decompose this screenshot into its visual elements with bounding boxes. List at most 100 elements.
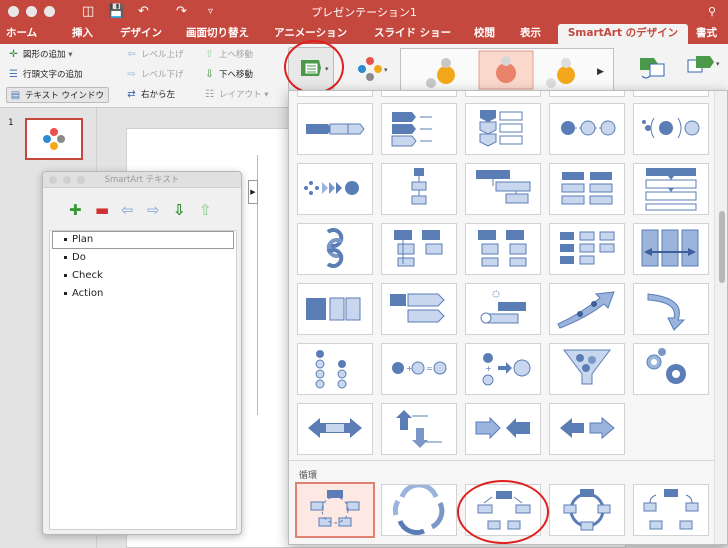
tab-transitions[interactable]: 画面切り替え [186, 24, 249, 44]
demote-button[interactable]: ⇨ レベル下げ [126, 67, 183, 83]
move-up-icon[interactable]: ⇧ [199, 202, 212, 218]
layout-cell[interactable] [549, 91, 625, 97]
search-icon[interactable]: ⚲ [708, 3, 716, 21]
layout-cell[interactable] [633, 223, 709, 275]
layout-cell[interactable] [549, 163, 625, 215]
svg-text:▶: ▶ [597, 67, 604, 77]
demote-icon[interactable]: ⇨ [147, 202, 160, 218]
text-pane-button[interactable]: ▤ テキスト ウインドウ [6, 87, 109, 103]
arrow-left-icon: ⇦ [127, 49, 136, 60]
move-down-button[interactable]: ⇩ 下へ移動 [204, 67, 253, 83]
layout-cell[interactable] [381, 403, 457, 455]
pane-close-button[interactable] [49, 176, 57, 184]
layout-cell[interactable] [549, 103, 625, 155]
tab-slideshow[interactable]: スライド ショー [374, 24, 451, 44]
layout-cell[interactable] [297, 283, 373, 335]
layout-cell[interactable] [633, 103, 709, 155]
layout-cell[interactable] [297, 163, 373, 215]
layout-cell[interactable] [381, 223, 457, 275]
tab-home[interactable]: ホーム [6, 24, 37, 44]
text-pane-title: SmartArt テキスト [104, 175, 180, 185]
pane-minimize-button[interactable] [63, 176, 71, 184]
remove-icon[interactable]: ▬ [95, 202, 109, 218]
layout-cell[interactable] [381, 91, 457, 97]
svg-text:▾: ▾ [384, 66, 388, 74]
layout-cell-basic-cycle[interactable] [295, 482, 375, 538]
arrow-down-icon: ⇩ [205, 69, 214, 80]
add-shape-button[interactable]: ✛ 図形の追加 ▾ [8, 47, 72, 63]
layout-cell[interactable] [465, 103, 541, 155]
layout-cell[interactable] [633, 163, 709, 215]
gallery-scroll-thumb[interactable] [719, 211, 725, 283]
text-pane-icon: ▤ [10, 90, 21, 101]
window-title: プレゼンテーション1 [311, 6, 417, 19]
svg-text:▾: ▾ [716, 60, 720, 68]
layout-cell[interactable] [381, 103, 457, 155]
gallery-divider [289, 460, 715, 461]
slide-number: 1 [8, 118, 14, 128]
add-icon[interactable]: ✚ [69, 202, 82, 218]
tab-format[interactable]: 書式 [696, 24, 717, 44]
add-bullet-button[interactable]: ☰ 行頭文字の追加 [8, 67, 83, 83]
tab-view[interactable]: 表示 [520, 24, 541, 44]
swap-arrows-icon: ⇄ [127, 89, 136, 100]
layout-cell-continuous-cycle[interactable] [633, 484, 709, 536]
text-pane-toggle[interactable]: ▶ [248, 180, 258, 204]
promote-icon[interactable]: ⇦ [121, 202, 134, 218]
layout-cell[interactable] [465, 163, 541, 215]
text-pane-editor[interactable]: Plan Do Check Action [49, 230, 237, 530]
tab-design[interactable]: デザイン [120, 24, 162, 44]
promote-button[interactable]: ⇦ レベル上げ [126, 47, 183, 63]
layout-cell[interactable]: + [465, 343, 541, 395]
svg-text:=: = [426, 364, 433, 373]
layout-highlight [284, 40, 344, 94]
arrow-up-icon: ⇧ [205, 49, 214, 60]
move-down-icon[interactable]: ⇩ [173, 202, 186, 218]
convert-to-shapes-icon[interactable] [636, 52, 670, 85]
list-item[interactable]: Plan [64, 231, 93, 249]
style-gallery: ▶ [400, 48, 614, 92]
layout-cell[interactable] [297, 103, 373, 155]
section-label-cycle: 循環 [299, 471, 318, 481]
list-item[interactable]: Do [64, 249, 86, 267]
layout-cell[interactable] [297, 403, 373, 455]
layout-cell-text-cycle[interactable] [381, 482, 457, 536]
layout-cell[interactable] [297, 91, 373, 97]
layout-cell[interactable] [549, 343, 625, 395]
text-pane-titlebar: SmartArt テキスト [43, 172, 241, 188]
right-to-left-button[interactable]: ⇄ 右から左 [126, 87, 175, 103]
layout-cell[interactable] [549, 223, 625, 275]
slide-thumbnail[interactable] [25, 118, 83, 160]
tab-review[interactable]: 校閲 [474, 24, 495, 44]
layout-cell[interactable] [633, 343, 709, 395]
layout-cell[interactable] [549, 403, 625, 455]
layout-cell[interactable] [381, 283, 457, 335]
layout-cell[interactable] [297, 223, 373, 275]
list-item[interactable]: Action [64, 285, 103, 303]
layout-cell[interactable] [633, 283, 709, 335]
pane-zoom-button[interactable] [77, 176, 85, 184]
layout-cell[interactable] [633, 91, 709, 97]
list-item[interactable]: Check [64, 267, 103, 285]
layout-cell[interactable] [549, 283, 625, 335]
layout-cell[interactable]: + = [381, 343, 457, 395]
smartart-text-pane: SmartArt テキスト ✚ ▬ ⇦ ⇨ ⇩ ⇧ Plan Do Check … [42, 171, 242, 535]
org-chart-icon: ☷ [205, 89, 214, 100]
layout-button[interactable]: ☷ レイアウト ▾ [204, 87, 268, 103]
tab-insert[interactable]: 挿入 [72, 24, 93, 44]
layout-cell-segmented-cycle[interactable] [549, 484, 625, 536]
add-shape-icon: ✛ [9, 49, 18, 60]
tab-smartart-design[interactable]: SmartArt のデザイン [558, 24, 688, 44]
gallery-scrollbar[interactable] [714, 91, 727, 544]
reset-graphic-icon[interactable]: ▾ [684, 52, 724, 85]
layout-cell[interactable] [465, 283, 541, 335]
color-change-icon[interactable]: ▾ [356, 54, 392, 89]
arrow-right-icon: ⇨ [127, 69, 136, 80]
layout-cell[interactable] [381, 163, 457, 215]
layout-cell[interactable] [297, 343, 373, 395]
layout-cell[interactable] [465, 403, 541, 455]
title-bar: ◫ 💾 ↶ ↷ ▿ プレゼンテーション1 ⚲ [0, 0, 728, 24]
layout-cell[interactable] [465, 223, 541, 275]
move-up-button[interactable]: ⇧ 上へ移動 [204, 47, 253, 63]
layout-cell[interactable] [465, 91, 541, 97]
